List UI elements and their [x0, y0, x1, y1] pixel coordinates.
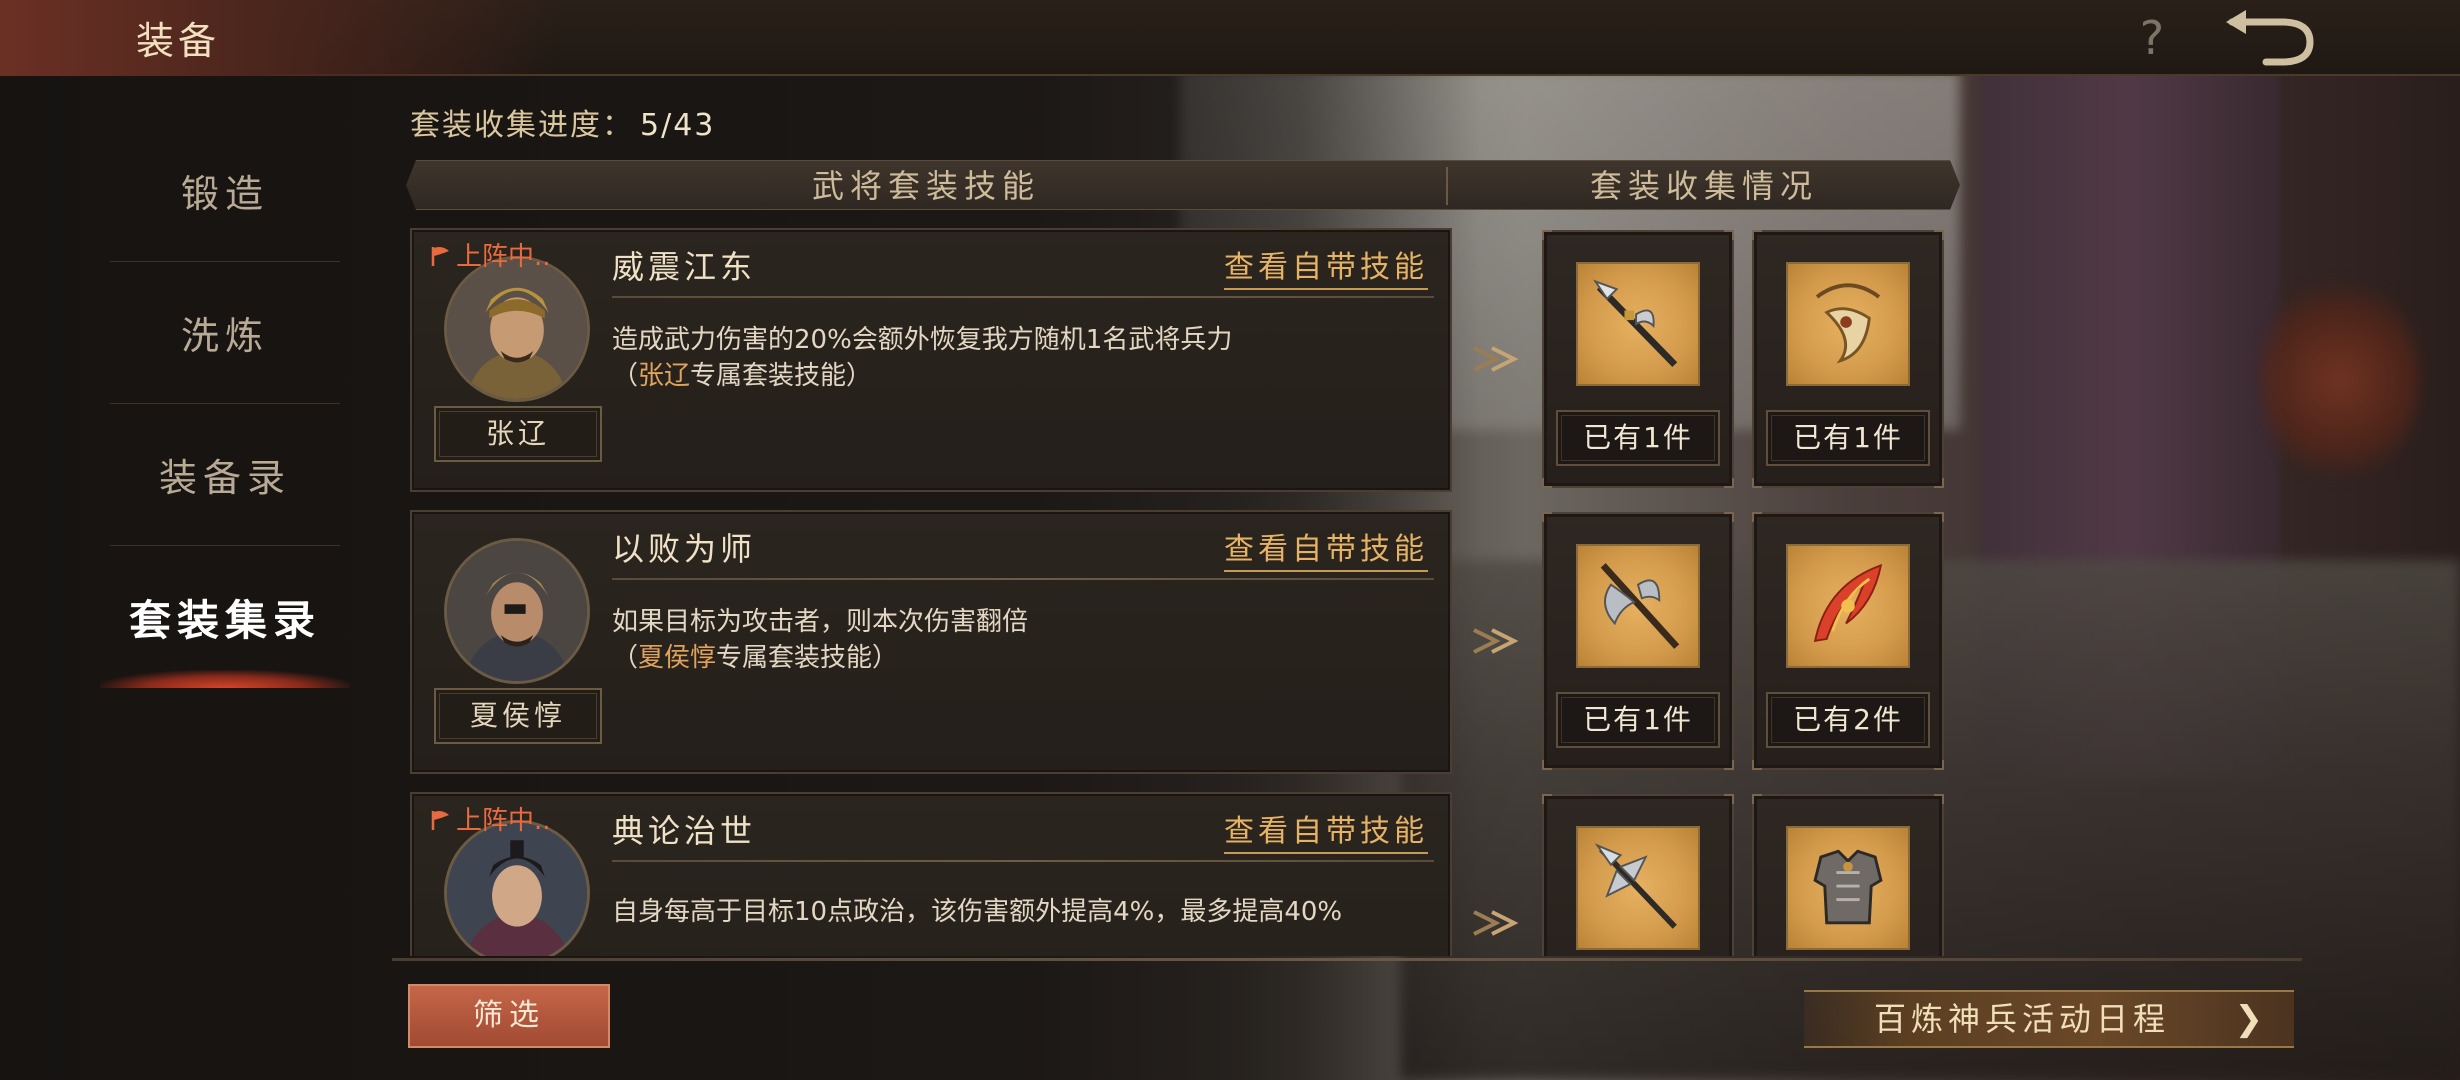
side-navigation: 锻造 洗炼 装备录 套装集录 [100, 120, 350, 688]
page-title: 装备 [136, 19, 221, 63]
phoenix-feather-icon [1786, 544, 1910, 668]
back-arrow-icon[interactable] [2222, 6, 2320, 68]
filter-button[interactable]: 筛选 [408, 984, 610, 1048]
view-skill-link[interactable]: 查看自带技能 [1224, 806, 1428, 854]
column-header-skills: 武将套装技能 [811, 167, 1040, 205]
general-portrait[interactable] [444, 256, 590, 402]
nav-item-forge[interactable]: 锻造 [110, 120, 340, 262]
general-portrait[interactable] [444, 538, 590, 684]
question-mark-icon[interactable]: ? [2128, 10, 2176, 66]
set-item-slot[interactable]: 已有2件 [1752, 512, 1944, 770]
nav-item-refine[interactable]: 洗炼 [110, 262, 340, 404]
top-bar: 装备 ? [0, 0, 2460, 76]
collection-progress: 套装收集进度： 5/43 [410, 100, 715, 144]
general-name: 夏侯惇 [434, 688, 602, 744]
exclusive-hero: 张辽 [638, 361, 691, 391]
nav-item-equipment-catalog[interactable]: 装备录 [110, 404, 340, 546]
trident-spear-icon [1576, 826, 1700, 950]
deployed-badge: 上阵中.. [430, 800, 551, 837]
set-row: 夏侯惇 以败为师 查看自带技能 如果目标为攻击者，则本次伤害翻倍 （夏侯惇专属套… [400, 506, 1970, 776]
deployed-label: 上阵中.. [456, 806, 551, 836]
event-schedule-label: 百炼神兵活动日程 [1874, 1000, 2171, 1038]
double-arrow-icon [1473, 346, 1519, 372]
skill-description: 造成武力伤害的20%会额外恢复我方随机1名武将兵力 [612, 325, 1233, 355]
set-item-slot[interactable] [1752, 794, 1944, 956]
general-portrait[interactable] [444, 820, 590, 956]
progress-label: 套装收集进度： [410, 108, 634, 143]
deployed-badge: 上阵中.. [430, 236, 551, 273]
set-skill-card: 夏侯惇 以败为师 查看自带技能 如果目标为攻击者，则本次伤害翻倍 （夏侯惇专属套… [410, 510, 1452, 774]
skill-name: 以败为师 [612, 530, 757, 568]
flag-icon [430, 808, 452, 830]
general-name: 张辽 [434, 406, 602, 462]
exclusive-hero: 夏侯惇 [638, 643, 717, 673]
halberd-icon [1576, 262, 1700, 386]
event-schedule-button[interactable]: 百炼神兵活动日程 ❯ [1804, 990, 2294, 1048]
column-header-collection: 套装收集情况 [1589, 167, 1818, 205]
exclusive-note: （张辽专属套装技能） [612, 361, 873, 391]
set-row: 上阵中.. 典论治世 查看自带技能 自身每高于目标10点政治，该伤害额外提高4%… [400, 788, 1970, 956]
set-skill-card: 上阵中.. 典论治世 查看自带技能 自身每高于目标10点政治，该伤害额外提高4%… [410, 792, 1452, 956]
skill-description: 自身每高于目标10点政治，该伤害额外提高4%，最多提高40% [612, 897, 1343, 927]
horn-pendant-icon [1786, 262, 1910, 386]
armor-icon [1786, 826, 1910, 950]
double-arrow-icon [1473, 910, 1519, 936]
flag-icon [430, 244, 452, 266]
owned-count: 已有1件 [1556, 692, 1720, 748]
skill-description: 如果目标为攻击者，则本次伤害翻倍 [612, 607, 1029, 637]
set-item-slot[interactable] [1542, 794, 1734, 956]
divider [392, 958, 2302, 961]
skill-name: 威震江东 [612, 248, 757, 286]
set-item-slot[interactable]: 已有1件 [1542, 512, 1734, 770]
double-arrow-icon [1473, 628, 1519, 654]
chevron-right-icon: ❯ [2234, 999, 2268, 1039]
set-item-slot[interactable]: 已有1件 [1752, 230, 1944, 488]
exclusive-note: （夏侯惇专属套装技能） [612, 643, 899, 673]
deployed-label: 上阵中.. [456, 242, 551, 272]
set-row: 上阵中.. 张辽 威震江东 查看自带技能 造成武力伤害的20%会额外恢复我方随机… [400, 224, 1970, 494]
column-header: 武将套装技能 套装收集情况 [406, 160, 1960, 210]
owned-count: 已有1件 [1766, 410, 1930, 466]
owned-count: 已有1件 [1556, 410, 1720, 466]
set-list[interactable]: 上阵中.. 张辽 威震江东 查看自带技能 造成武力伤害的20%会额外恢复我方随机… [400, 224, 1970, 956]
view-skill-link[interactable]: 查看自带技能 [1224, 524, 1428, 572]
progress-value: 5/43 [640, 108, 716, 143]
skill-name: 典论治世 [612, 812, 757, 850]
owned-count: 已有2件 [1766, 692, 1930, 748]
nav-item-set-collection[interactable]: 套装集录 [100, 546, 350, 688]
set-skill-card: 上阵中.. 张辽 威震江东 查看自带技能 造成武力伤害的20%会额外恢复我方随机… [410, 228, 1452, 492]
battle-axe-icon [1576, 544, 1700, 668]
view-skill-link[interactable]: 查看自带技能 [1224, 242, 1428, 290]
set-item-slot[interactable]: 已有1件 [1542, 230, 1734, 488]
